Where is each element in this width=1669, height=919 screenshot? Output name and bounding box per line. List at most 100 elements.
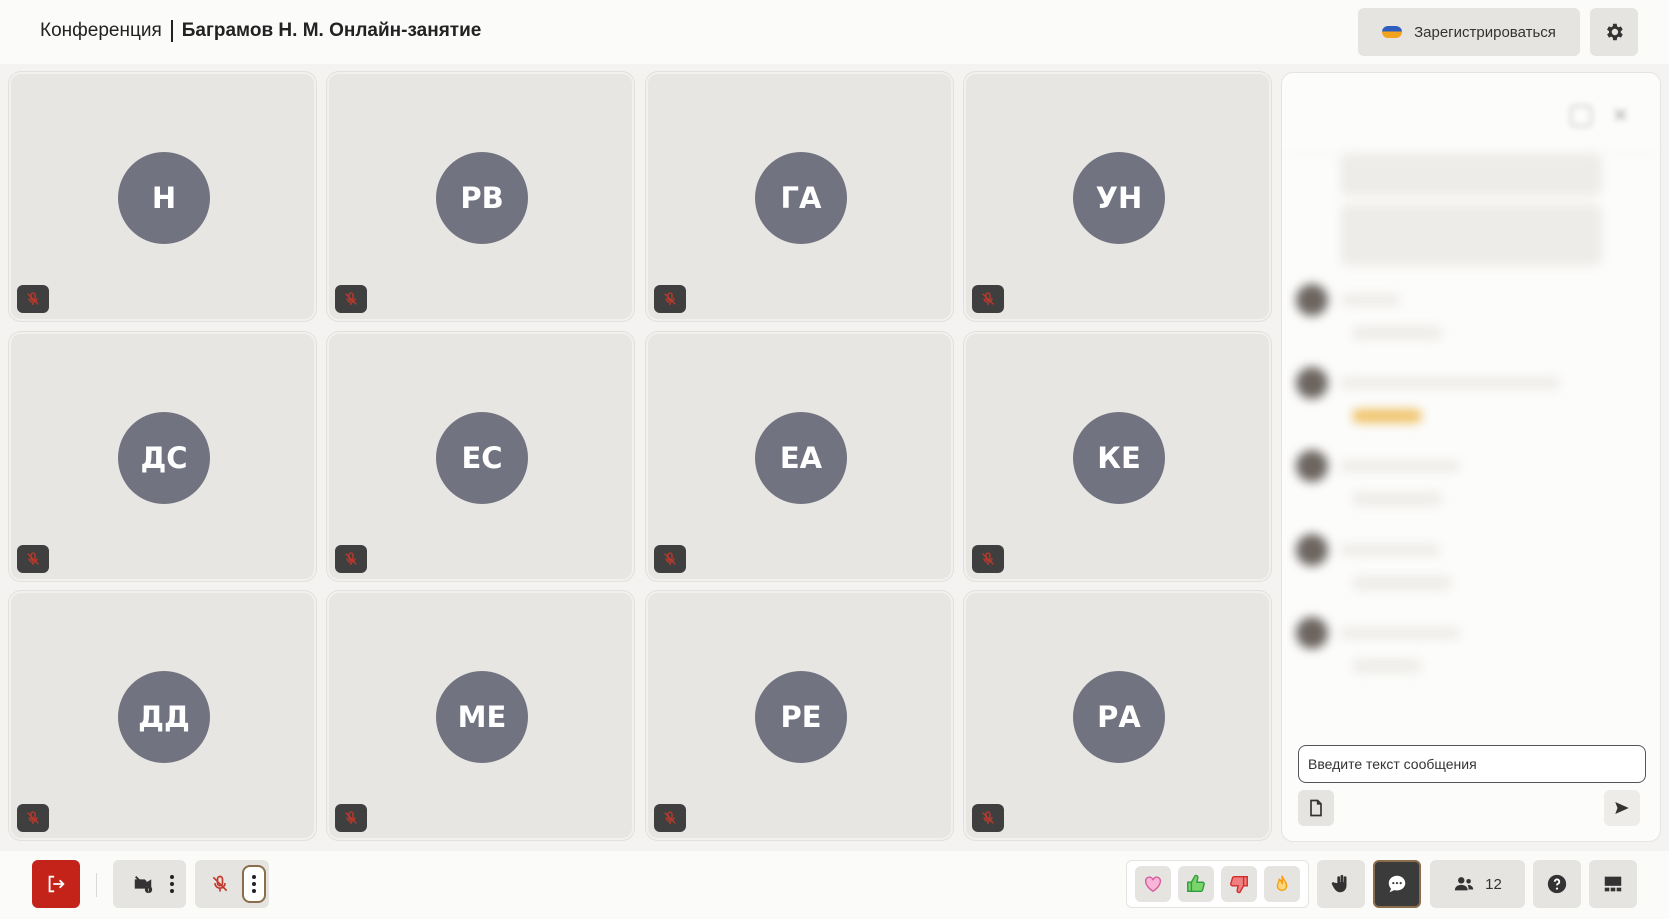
message-bubble (1340, 154, 1602, 196)
participant-avatar: ЕС (436, 412, 528, 504)
microphone-control-group (195, 860, 269, 908)
camera-control-group: ! (113, 860, 186, 908)
layout-grid-icon (1604, 876, 1622, 892)
participant-avatar: РА (1073, 671, 1165, 763)
mic-muted-icon (654, 804, 686, 832)
file-icon (1310, 799, 1322, 817)
participant-avatar: РЕ (755, 671, 847, 763)
send-button[interactable] (1604, 790, 1640, 826)
mic-muted-icon (654, 545, 686, 573)
avatar (1296, 534, 1328, 566)
mic-muted-icon (17, 804, 49, 832)
avatar (1296, 367, 1328, 399)
chat-bubble-icon (1388, 875, 1406, 893)
question-icon (1547, 874, 1567, 894)
participant-tile[interactable]: КЕ (964, 332, 1271, 581)
list-item (1296, 450, 1636, 520)
message-bubble (1340, 204, 1602, 266)
register-label: Зарегистрироваться (1414, 23, 1556, 41)
participant-avatar: КЕ (1073, 412, 1165, 504)
avatar (1296, 450, 1328, 482)
participants-count: 12 (1485, 875, 1502, 893)
participant-tile[interactable]: ЕС (327, 332, 634, 581)
gear-icon (1607, 23, 1623, 41)
participant-tile[interactable]: РЕ (646, 591, 953, 840)
list-item (1296, 617, 1636, 687)
list-item (1296, 284, 1636, 354)
message-input[interactable]: Введите текст сообщения (1298, 745, 1646, 783)
top-bar: Конференция Баграмов Н. М. Онлайн-заняти… (0, 0, 1669, 64)
participant-avatar: РВ (436, 152, 528, 244)
fire-reaction-button[interactable] (1264, 866, 1301, 902)
thumbs-down-icon (1230, 875, 1249, 894)
participant-tile[interactable]: ДД (9, 591, 316, 840)
camera-options-button[interactable] (165, 866, 179, 902)
participant-avatar: ДС (118, 412, 210, 504)
mic-muted-icon (212, 875, 228, 892)
bottom-toolbar: ! 12 (0, 851, 1669, 919)
settings-button[interactable] (1590, 8, 1638, 56)
participant-tile[interactable]: Н (9, 72, 316, 321)
mic-options-button[interactable] (242, 865, 266, 903)
send-icon (1615, 802, 1629, 814)
toolbar-divider (96, 873, 97, 897)
raise-hand-button[interactable] (1317, 860, 1365, 908)
heart-reaction-button[interactable] (1134, 866, 1171, 902)
list-item (1296, 534, 1636, 604)
chat-title-blurred (1298, 107, 1317, 123)
mic-muted-icon (335, 285, 367, 313)
participant-tile[interactable]: ГА (646, 72, 953, 321)
participant-tile[interactable]: МЕ (327, 591, 634, 840)
thumbs-up-icon (1186, 874, 1205, 893)
participant-avatar: Н (118, 152, 210, 244)
participant-tile[interactable]: ДС (9, 332, 316, 581)
leave-button[interactable] (32, 860, 80, 908)
list-item (1296, 367, 1636, 437)
register-logo-icon (1382, 26, 1403, 38)
participant-avatar: ЕА (755, 412, 847, 504)
participant-tile[interactable]: ЕА (646, 332, 953, 581)
camera-off-button[interactable]: ! (121, 873, 165, 895)
mic-muted-icon (335, 545, 367, 573)
avatar (1296, 617, 1328, 649)
like-reaction-button[interactable] (1177, 866, 1214, 902)
participant-avatar: ГА (755, 152, 847, 244)
close-icon[interactable]: ✕ (1612, 103, 1629, 128)
chat-header: ✕ (1282, 73, 1660, 153)
heart-icon (1144, 876, 1161, 893)
participant-tile[interactable]: УН (964, 72, 1271, 321)
help-button[interactable] (1533, 860, 1581, 908)
expand-icon[interactable] (1570, 105, 1592, 127)
chat-toggle-button[interactable] (1373, 860, 1421, 908)
mic-muted-icon (972, 285, 1004, 313)
mic-muted-icon (335, 804, 367, 832)
participant-tile[interactable]: РА (964, 591, 1271, 840)
mic-muted-icon (972, 545, 1004, 573)
participant-avatar: УН (1073, 152, 1165, 244)
register-button[interactable]: Зарегистрироваться (1358, 8, 1580, 56)
page-title: Конференция Баграмов Н. М. Онлайн-заняти… (40, 20, 481, 42)
participant-avatar: ДД (118, 671, 210, 763)
hand-icon (1331, 874, 1347, 893)
meeting-title: Баграмов Н. М. Онлайн-занятие (181, 20, 482, 41)
conference-label: Конференция (40, 20, 162, 41)
mic-muted-icon (654, 285, 686, 313)
layout-button[interactable] (1589, 860, 1637, 908)
camera-off-icon: ! (134, 876, 152, 894)
mic-muted-icon (17, 285, 49, 313)
mic-toggle-button[interactable] (198, 874, 242, 894)
exit-icon (48, 875, 65, 893)
chat-messages-blurred (1282, 153, 1660, 723)
people-icon (1454, 877, 1474, 891)
participant-avatar: МЕ (436, 671, 528, 763)
chat-panel: ✕ Введите текст сообщения (1281, 72, 1661, 842)
participant-tile[interactable]: РВ (327, 72, 634, 321)
mic-muted-icon (972, 804, 1004, 832)
flame-icon (1277, 875, 1288, 892)
attach-file-button[interactable] (1298, 790, 1334, 826)
dislike-reaction-button[interactable] (1221, 866, 1258, 902)
reactions-group (1126, 860, 1309, 908)
mic-muted-icon (17, 545, 49, 573)
avatar (1296, 284, 1328, 316)
participants-button[interactable]: 12 (1430, 860, 1525, 908)
